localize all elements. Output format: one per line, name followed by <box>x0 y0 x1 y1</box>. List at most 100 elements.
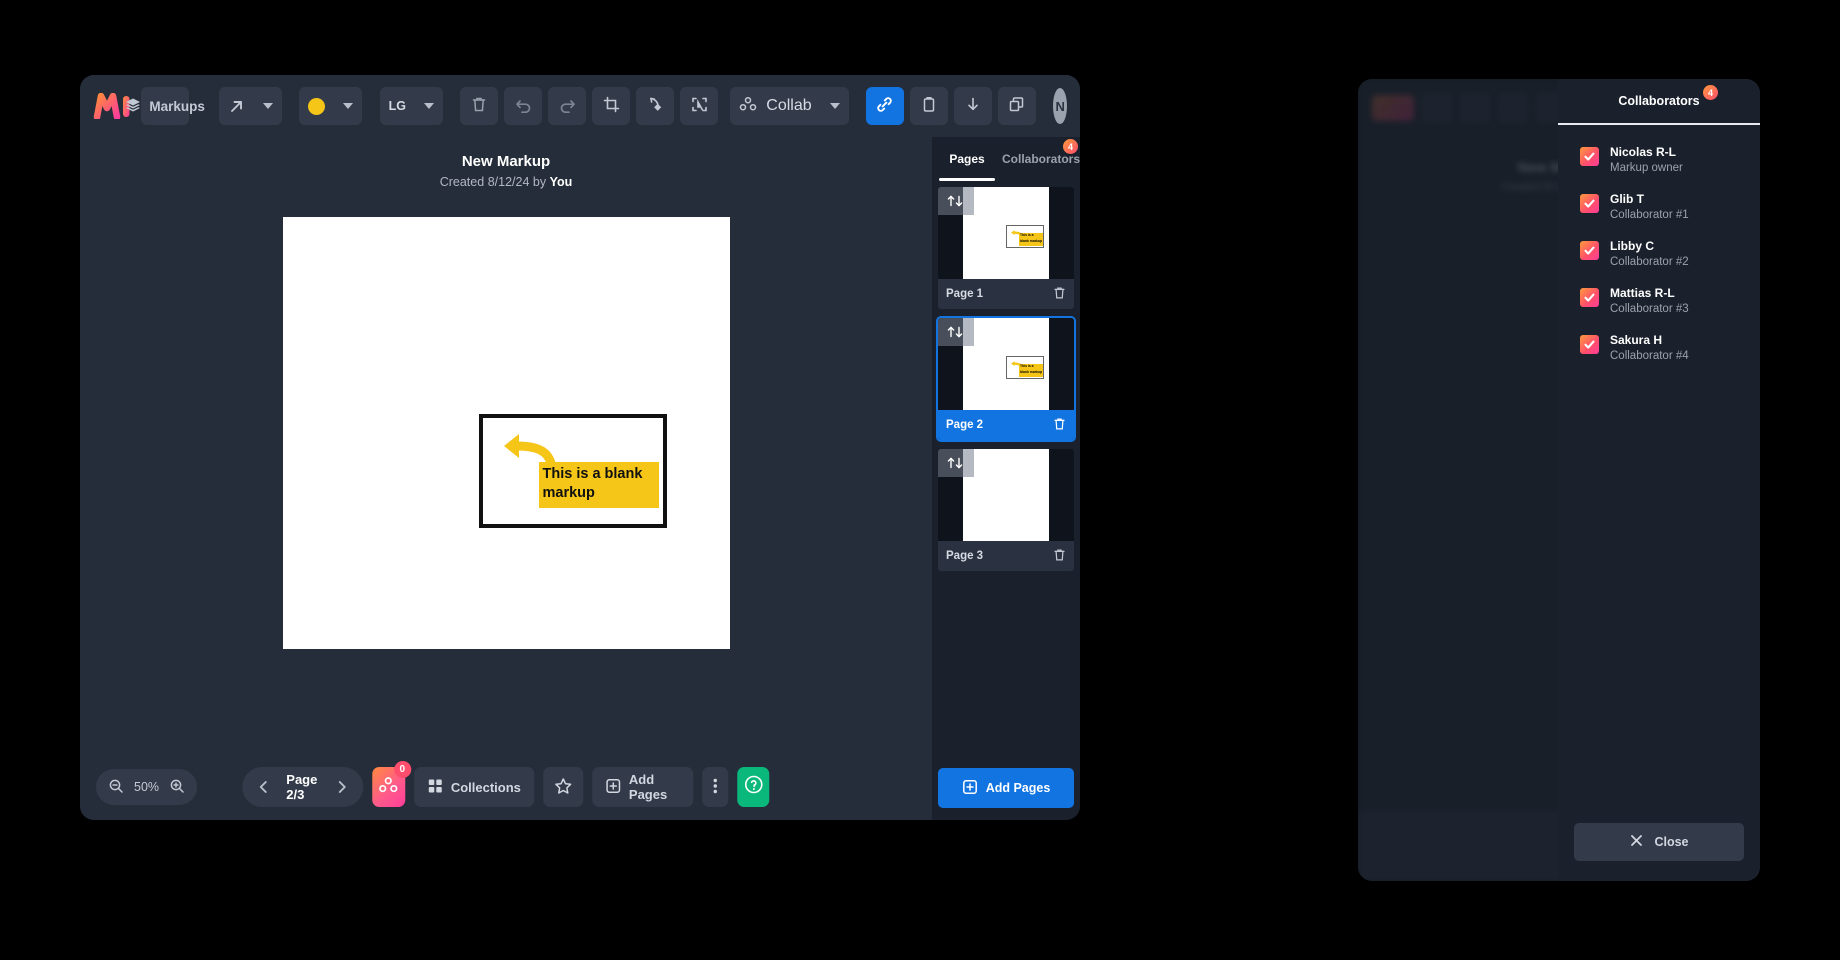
page-thumbnail-3[interactable] <box>938 449 1074 541</box>
size-select-group[interactable]: LG <box>380 87 443 125</box>
collaborator-row[interactable]: Mattias R-L Collaborator #3 <box>1558 278 1760 325</box>
color-select-group[interactable] <box>299 87 362 125</box>
help-button[interactable] <box>737 767 770 807</box>
arrow-up-right-icon[interactable] <box>219 87 254 125</box>
collaborator-name: Libby C <box>1610 239 1689 254</box>
page-card-1[interactable]: This is a blank markup Pag <box>938 187 1074 309</box>
created-date: 8/12/24 <box>488 175 530 189</box>
zoom-level-label: 50% <box>134 780 159 794</box>
duplicate-icon <box>1008 96 1025 116</box>
tab-collaborators[interactable]: Collaborators 4 <box>1002 137 1080 181</box>
collab-count-badge: 0 <box>394 761 411 778</box>
thumb-markup-box: This is a blank markup <box>1006 356 1044 379</box>
clipboard-button[interactable] <box>910 87 948 125</box>
markup-text[interactable]: This is a blank markup <box>539 462 659 508</box>
page-sheet[interactable]: This is a blank markup <box>283 217 730 649</box>
yellow-color-dot[interactable] <box>299 87 334 125</box>
created-prefix: Created <box>440 175 484 189</box>
select-area-button[interactable] <box>680 87 718 125</box>
duplicate-button[interactable] <box>998 87 1036 125</box>
share-link-button[interactable] <box>866 87 904 125</box>
collab-select-group[interactable]: Collab <box>730 87 848 125</box>
collaborator-row[interactable]: Sakura H Collaborator #4 <box>1558 325 1760 372</box>
page-thumbnail-1[interactable]: This is a blank markup <box>938 187 1074 279</box>
collaborator-checkbox[interactable] <box>1580 147 1599 166</box>
page-footer-3: Page 3 <box>938 541 1074 571</box>
favorite-button[interactable] <box>543 767 583 807</box>
star-icon <box>554 777 572 798</box>
collaborator-checkbox[interactable] <box>1580 241 1599 260</box>
collaborator-role: Markup owner <box>1610 160 1683 176</box>
collaborator-role: Collaborator #4 <box>1610 348 1689 364</box>
collaborator-row[interactable]: Glib T Collaborator #1 <box>1558 184 1760 231</box>
reorder-arrows-icon[interactable] <box>938 449 974 477</box>
undo-button[interactable] <box>504 87 542 125</box>
page-card-3[interactable]: Page 3 <box>938 449 1074 571</box>
collaborator-info: Glib T Collaborator #1 <box>1610 192 1689 223</box>
chevron-left-icon[interactable] <box>256 779 270 795</box>
collab-button[interactable]: Collab <box>730 87 820 125</box>
tab-pages[interactable]: Pages <box>932 137 1002 181</box>
collaborator-name: Sakura H <box>1610 333 1689 348</box>
tool-chevron-down-icon[interactable] <box>254 87 282 125</box>
close-button[interactable]: Close <box>1574 823 1744 861</box>
collaborator-checkbox[interactable] <box>1580 194 1599 213</box>
redo-button[interactable] <box>548 87 586 125</box>
thumb-markup-text: This is a blank markup <box>1020 364 1043 375</box>
size-label[interactable]: LG <box>380 87 415 125</box>
delete-page-2-icon[interactable] <box>1053 417 1066 434</box>
by-word: by <box>533 175 546 189</box>
zoom-in-icon[interactable] <box>169 778 185 797</box>
size-chevron-down-icon[interactable] <box>415 87 443 125</box>
panel-tabs: Pages Collaborators 4 <box>932 137 1080 181</box>
user-avatar[interactable]: N <box>1053 88 1067 124</box>
page-label-3: Page 3 <box>946 550 983 562</box>
page-footer-2: Page 2 <box>938 410 1074 440</box>
chevron-right-icon[interactable] <box>335 779 349 795</box>
collaborator-checkbox[interactable] <box>1580 288 1599 307</box>
collaborator-name: Nicolas R-L <box>1610 145 1683 160</box>
collaborators-title: Collaborators <box>1618 94 1699 108</box>
collections-button[interactable]: Collections <box>414 767 534 807</box>
collaborator-info: Mattias R-L Collaborator #3 <box>1610 286 1689 317</box>
bottom-toolbar: 50% Page 2/3 <box>80 754 932 820</box>
tool-select-group[interactable] <box>219 87 282 125</box>
download-arrow-icon <box>965 96 981 116</box>
collaborators-count-badge: 4 <box>1063 139 1078 154</box>
link-chain-icon <box>875 95 894 117</box>
reorder-arrows-icon[interactable] <box>938 318 974 346</box>
page-thumbnail-2[interactable]: This is a blank markup <box>938 318 1074 410</box>
delete-button[interactable] <box>460 87 498 125</box>
editor-body: New Markup Created 8/12/24 by You <box>80 137 1080 820</box>
delete-page-1-icon[interactable] <box>1053 286 1066 303</box>
collaborator-row[interactable]: Libby C Collaborator #2 <box>1558 231 1760 278</box>
zoom-control[interactable]: 50% <box>96 769 197 805</box>
page-thumb-sheet: This is a blank markup <box>963 318 1049 410</box>
add-pages-label-panel: Add Pages <box>986 781 1051 795</box>
page-card-2[interactable]: This is a blank markup Pag <box>938 318 1074 440</box>
zoom-out-icon[interactable] <box>108 778 124 797</box>
collab-nodes-icon <box>378 776 398 799</box>
document-meta: Created 8/12/24 by You <box>80 175 932 189</box>
collab-chevron-down-icon[interactable] <box>821 87 849 125</box>
page-viewport[interactable]: This is a blank markup <box>80 189 932 820</box>
redo-arrow-icon <box>559 97 576 116</box>
trash-icon <box>471 96 487 116</box>
delete-page-3-icon[interactable] <box>1053 548 1066 565</box>
reorder-arrows-icon[interactable] <box>938 187 974 215</box>
collab-toggle-button[interactable]: 0 <box>372 767 405 807</box>
crop-button[interactable] <box>592 87 630 125</box>
more-options-button[interactable] <box>702 767 728 807</box>
markups-button[interactable]: Markups <box>141 87 189 125</box>
markup-annotation-box[interactable]: This is a blank markup <box>479 414 667 528</box>
download-button[interactable] <box>954 87 992 125</box>
add-pages-button-panel[interactable]: Add Pages <box>938 768 1074 808</box>
layers-icon <box>125 97 141 116</box>
collaborators-header: Collaborators 4 <box>1558 79 1760 125</box>
color-chevron-down-icon[interactable] <box>334 87 362 125</box>
magic-wand-button[interactable] <box>636 87 674 125</box>
add-pages-button-bottom[interactable]: Add Pages <box>592 767 693 807</box>
collaborator-checkbox[interactable] <box>1580 335 1599 354</box>
thumb-markup-box: This is a blank markup <box>1006 225 1044 248</box>
collaborator-row[interactable]: Nicolas R-L Markup owner <box>1558 137 1760 184</box>
